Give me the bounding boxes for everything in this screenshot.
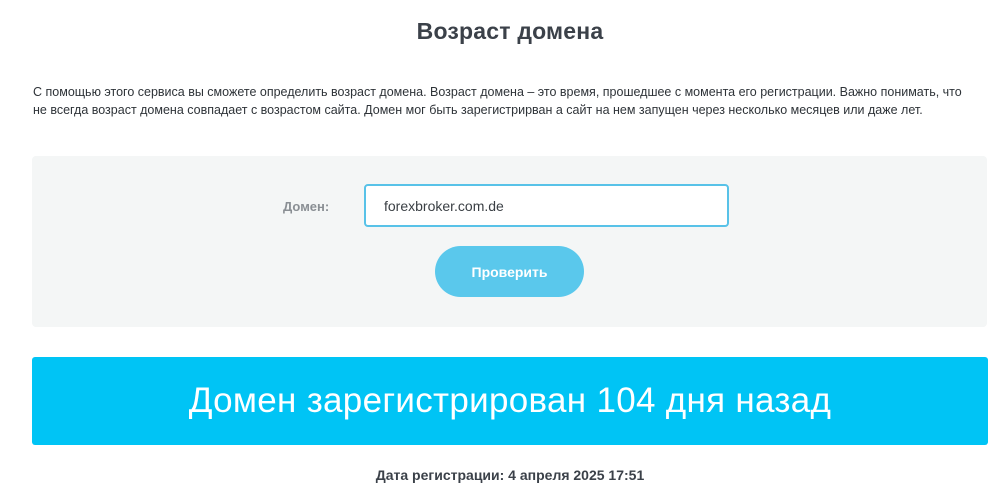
result-text: Домен зарегистрирован 104 дня назад xyxy=(188,381,832,420)
check-button[interactable]: Проверить xyxy=(435,246,584,297)
domain-form-panel xyxy=(32,156,987,327)
domain-input[interactable] xyxy=(364,184,729,227)
domain-label: Домен: xyxy=(283,199,330,214)
result-banner: Домен зарегистрирован 104 дня назад xyxy=(32,357,988,445)
registration-date: Дата регистрации: 4 апреля 2025 17:51 xyxy=(375,467,645,483)
service-description: С помощью этого сервиса вы сможете опред… xyxy=(33,85,962,117)
domain-age-page: Возраст домена С помощью этого сервиса в… xyxy=(0,0,1002,501)
page-title: Возраст домена xyxy=(416,18,604,44)
